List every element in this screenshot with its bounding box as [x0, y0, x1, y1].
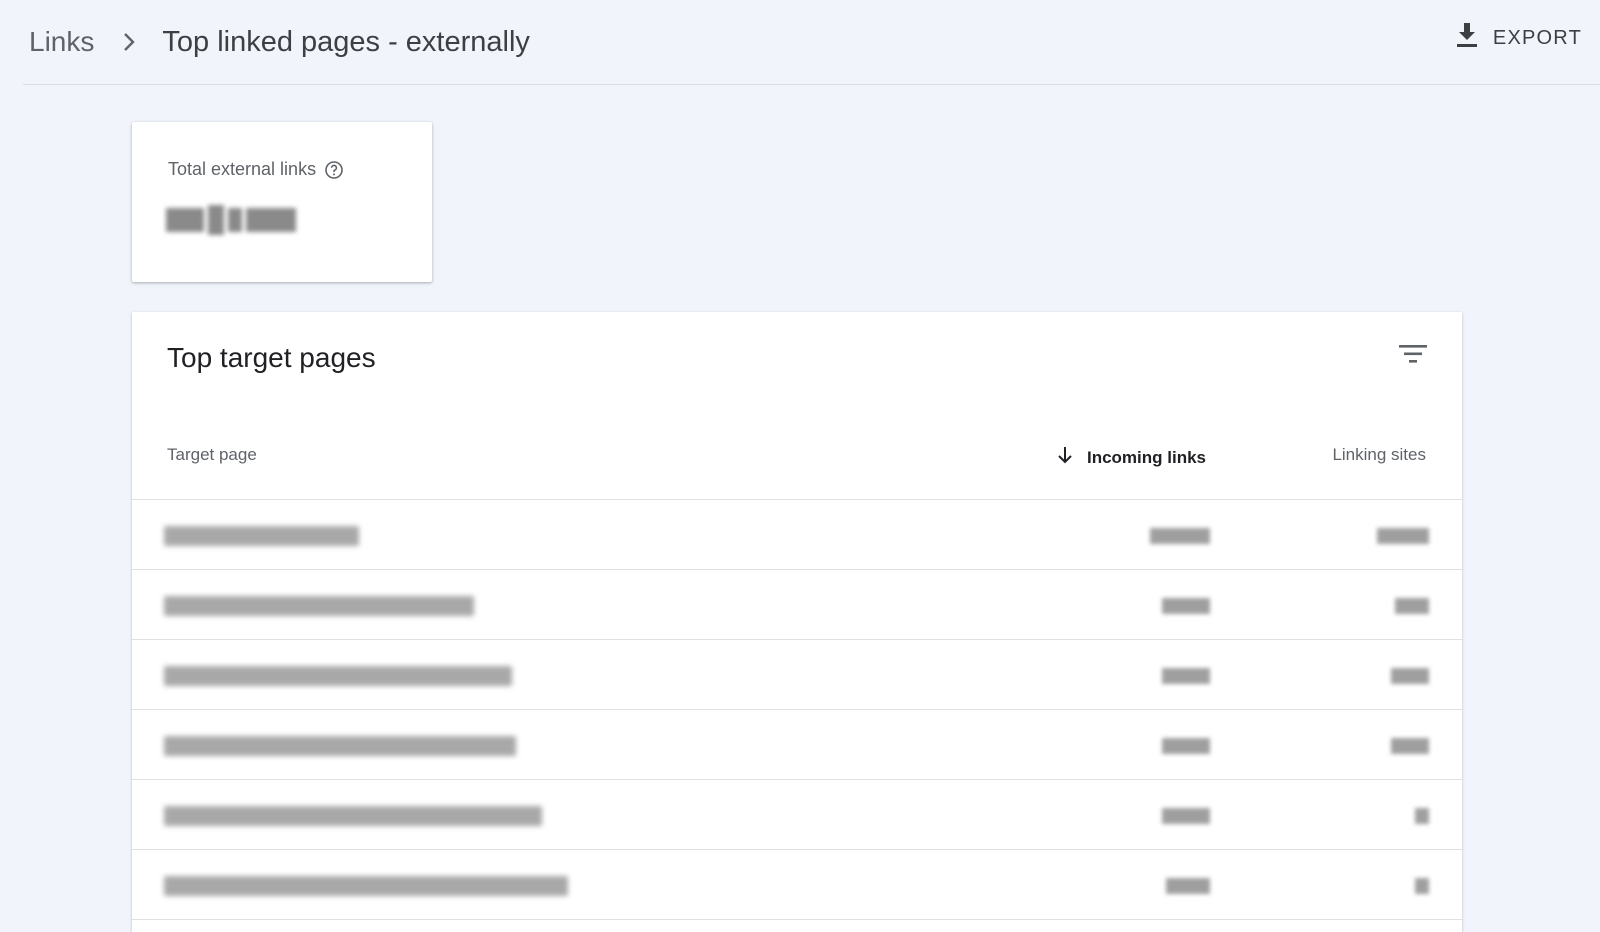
target-page-url-redacted: [164, 596, 474, 616]
incoming-links-value-redacted: [1166, 878, 1210, 894]
filter-icon[interactable]: [1397, 340, 1429, 368]
export-label: EXPORT: [1492, 26, 1582, 49]
table-row[interactable]: [132, 640, 1462, 710]
target-page-url-redacted: [164, 666, 512, 686]
top-target-pages-card: Top target pages Target page Incoming li…: [132, 312, 1462, 932]
page-title: Top linked pages - externally: [162, 25, 530, 58]
incoming-links-label: Incoming links: [1086, 447, 1206, 467]
incoming-links-value-redacted: [1162, 668, 1210, 684]
table-row[interactable]: [132, 710, 1462, 780]
column-header-target-page[interactable]: Target page: [167, 445, 257, 465]
incoming-links-value-redacted: [1150, 528, 1210, 544]
arrow-down-icon: [1055, 445, 1075, 470]
download-icon: [1455, 21, 1479, 55]
total-external-links-card: Total external links: [132, 122, 432, 282]
export-button[interactable]: EXPORT: [1455, 22, 1582, 54]
table-header: Target page Incoming links Linking sites: [132, 420, 1462, 500]
linking-sites-value-redacted: [1415, 878, 1429, 894]
incoming-links-value-redacted: [1162, 738, 1210, 754]
breadcrumb-links[interactable]: Links: [29, 26, 94, 58]
linking-sites-value-redacted: [1391, 668, 1429, 684]
table-row[interactable]: [132, 570, 1462, 640]
table-row[interactable]: [132, 850, 1462, 920]
incoming-links-value-redacted: [1162, 598, 1210, 614]
table-title: Top target pages: [167, 342, 376, 373]
target-page-url-redacted: [164, 736, 516, 756]
target-page-url-redacted: [164, 876, 568, 896]
breadcrumb: Links Top linked pages - externally: [29, 22, 530, 62]
target-page-url-redacted: [164, 526, 359, 546]
column-header-incoming-links[interactable]: Incoming links: [1055, 445, 1206, 470]
linking-sites-value-redacted: [1395, 598, 1429, 614]
table-row[interactable]: [132, 500, 1462, 570]
total-external-links-label-group: Total external links: [168, 159, 344, 180]
column-header-linking-sites[interactable]: Linking sites: [1332, 445, 1426, 465]
target-page-url-redacted: [164, 806, 542, 826]
page-header: Links Top linked pages - externally EXPO…: [23, 0, 1600, 85]
total-external-links-label: Total external links: [168, 159, 317, 179]
table-row[interactable]: [132, 780, 1462, 850]
total-external-links-value-redacted: [166, 200, 310, 240]
help-circle-icon[interactable]: [324, 160, 344, 180]
linking-sites-value-redacted: [1377, 528, 1429, 544]
chevron-right-icon: [118, 31, 140, 53]
incoming-links-value-redacted: [1162, 808, 1210, 824]
linking-sites-value-redacted: [1391, 738, 1429, 754]
linking-sites-value-redacted: [1415, 808, 1429, 824]
